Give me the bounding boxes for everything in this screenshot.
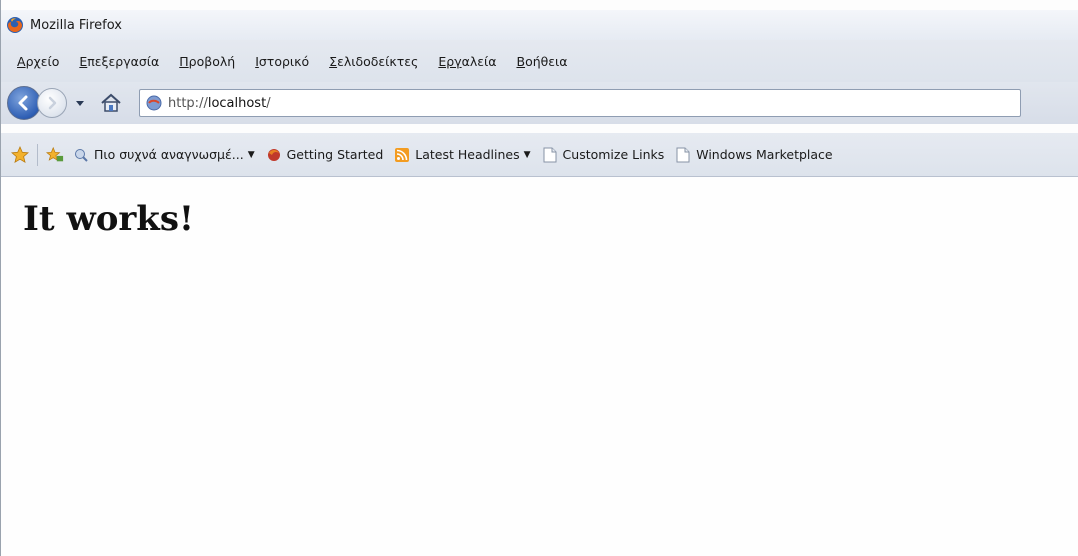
menu-history-label: στορικό: [258, 53, 310, 69]
menu-view-label: ροβολή: [188, 53, 236, 69]
bookmark-label: Windows Marketplace: [696, 147, 833, 162]
bookmark-customize-links[interactable]: Customize Links: [541, 146, 665, 164]
menu-help-label: οήθεια: [525, 53, 568, 69]
rss-feed-icon: [393, 146, 411, 164]
page-icon: [674, 146, 692, 164]
menu-file-mnemonic: Α: [17, 53, 26, 69]
navigation-toolbar: http://localhost/: [1, 82, 1078, 124]
menu-tools[interactable]: Εργαλεία: [438, 54, 496, 69]
back-arrow-icon: [18, 95, 28, 111]
menu-tools-label: αλεία: [461, 53, 497, 69]
bookmark-windows-marketplace[interactable]: Windows Marketplace: [674, 146, 833, 164]
bookmark-label: Latest Headlines: [415, 147, 520, 162]
menu-file-label: ρχείο: [25, 53, 60, 69]
forward-button[interactable]: [37, 88, 67, 118]
bookmark-most-visited[interactable]: Πιο συχνά αναγνωσμέ... ▼: [72, 146, 255, 164]
menu-tools-mnemonic: Εργ: [438, 53, 462, 69]
title-bar: Mozilla Firefox: [1, 10, 1078, 40]
url-bar[interactable]: http://localhost/: [139, 89, 1021, 117]
firefox-logo-icon: [6, 16, 24, 34]
menu-view-mnemonic: Π: [179, 53, 189, 69]
url-scheme: http://: [168, 95, 208, 111]
bookmark-getting-started[interactable]: Getting Started: [265, 146, 384, 164]
bookmarks-toolbar: Πιο συχνά αναγνωσμέ... ▼ Getting Started…: [1, 133, 1078, 177]
history-dropdown-button[interactable]: [75, 98, 85, 108]
url-host: localhost: [207, 95, 267, 111]
forward-arrow-icon: [48, 96, 57, 110]
url-text: http://localhost/: [168, 96, 271, 111]
menu-file[interactable]: Αρχείο: [17, 54, 59, 69]
menu-bookmarks-mnemonic: Σ: [329, 53, 338, 69]
menu-edit-label: πεξεργασία: [87, 53, 160, 69]
menu-bookmarks-label: ελιδοδείκτες: [337, 53, 419, 69]
menu-help[interactable]: Βοήθεια: [516, 54, 567, 69]
menu-help-mnemonic: Β: [516, 53, 526, 69]
firefox-icon: [265, 146, 283, 164]
chevron-down-icon: [76, 101, 84, 106]
bookmarks-manager-icon[interactable]: [46, 146, 64, 164]
most-visited-icon: [72, 146, 90, 164]
toolbar-separator: [37, 143, 38, 166]
bookmark-label: Customize Links: [562, 147, 665, 162]
page-content: It works!: [1, 177, 1078, 556]
bookmark-label: Getting Started: [286, 147, 384, 162]
bookmark-latest-headlines[interactable]: Latest Headlines ▼: [393, 146, 531, 164]
page-icon: [541, 146, 559, 164]
menu-bar: Αρχείο Επεξεργασία Προβολή Ιστορικό Σελι…: [1, 40, 1078, 82]
star-icon[interactable]: [11, 145, 29, 164]
url-path: /: [266, 95, 271, 111]
site-favicon-icon: [146, 95, 162, 111]
home-icon: [101, 93, 121, 112]
window-title: Mozilla Firefox: [30, 17, 122, 33]
back-button[interactable]: [7, 86, 41, 120]
home-button[interactable]: [97, 89, 125, 117]
menu-bookmarks[interactable]: Σελιδοδείκτες: [329, 54, 418, 69]
bookmark-label: Πιο συχνά αναγνωσμέ...: [94, 147, 244, 162]
menu-view[interactable]: Προβολή: [179, 54, 235, 69]
menu-history[interactable]: Ιστορικό: [255, 54, 309, 69]
browser-window: Mozilla Firefox Αρχείο Επεξεργασία Προβο…: [0, 0, 1078, 556]
chevron-down-icon: ▼: [523, 149, 531, 160]
page-heading: It works!: [23, 199, 194, 239]
menu-edit[interactable]: Επεξεργασία: [79, 54, 159, 69]
chevron-down-icon: ▼: [247, 149, 255, 160]
